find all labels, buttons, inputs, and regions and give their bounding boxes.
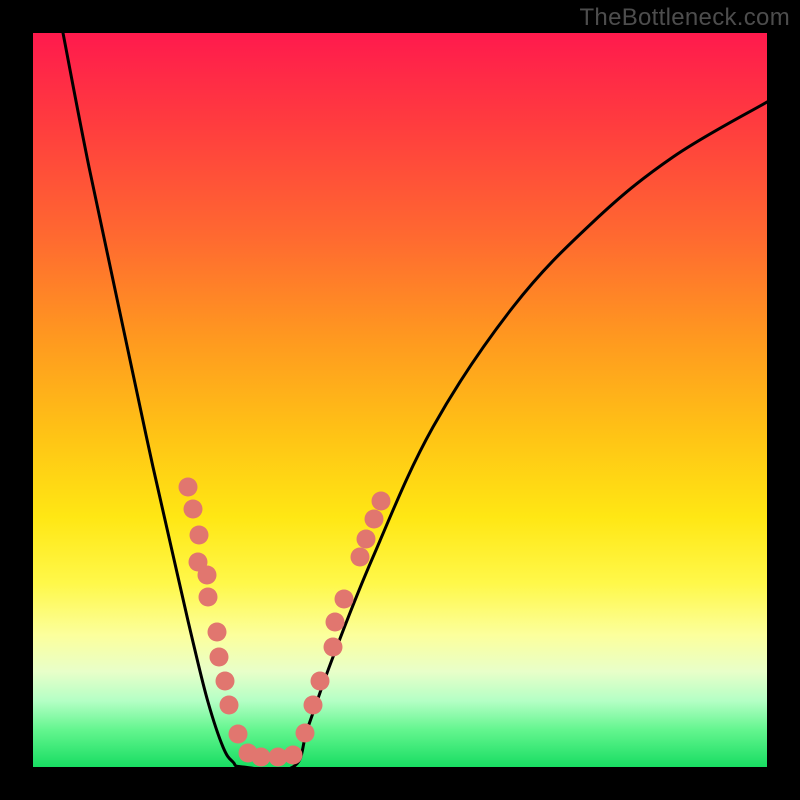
data-dot [229,725,248,744]
data-dot [357,530,376,549]
data-dot [296,724,315,743]
data-dot [326,613,345,632]
plot-area [33,33,767,767]
data-dot [365,510,384,529]
data-dot [198,566,217,585]
bottleneck-curve [63,33,767,767]
data-dot [304,696,323,715]
data-dot [199,588,218,607]
data-dot [335,590,354,609]
data-dot [216,672,235,691]
dots-layer [179,478,391,767]
data-dot [220,696,239,715]
data-dot [190,526,209,545]
data-dot [351,548,370,567]
chart-svg [33,33,767,767]
curve-layer [63,33,767,767]
data-dot [252,748,271,767]
data-dot [208,623,227,642]
watermark-text: TheBottleneck.com [579,4,790,32]
data-dot [284,746,303,765]
data-dot [184,500,203,519]
chart-frame: TheBottleneck.com [0,0,800,800]
data-dot [372,492,391,511]
data-dot [311,672,330,691]
data-dot [210,648,229,667]
data-dot [179,478,198,497]
data-dot [324,638,343,657]
